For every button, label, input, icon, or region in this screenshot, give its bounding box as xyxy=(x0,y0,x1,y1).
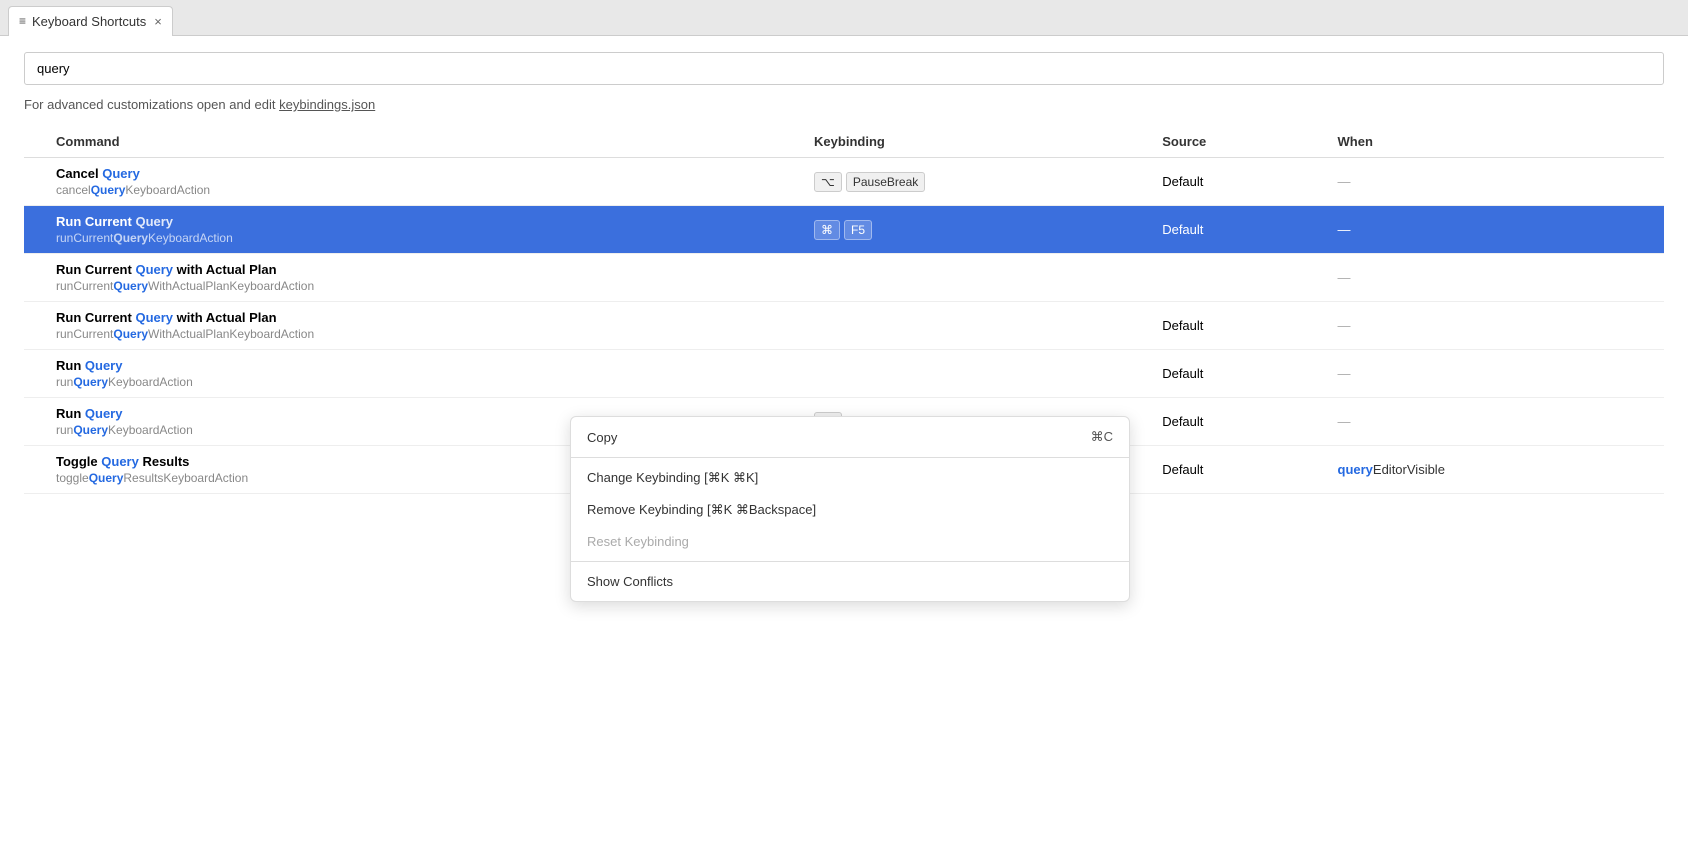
context-menu-label-copy: Copy xyxy=(587,430,617,445)
keybinding-cell xyxy=(802,254,1150,302)
table-row[interactable]: Run Query runQueryKeyboardAction Default — xyxy=(24,350,1664,398)
command-id-highlight: Query xyxy=(73,423,108,437)
command-id: runCurrentQueryWithActualPlanKeyboardAct… xyxy=(56,279,790,293)
command-highlight: Query xyxy=(135,310,173,325)
keybinding-cell xyxy=(802,302,1150,350)
key-badge: F5 xyxy=(844,220,872,240)
source-cell: Default xyxy=(1150,446,1325,494)
context-menu-label-remove-keybinding: Remove Keybinding [⌘K ⌘Backspace] xyxy=(587,502,816,518)
context-menu-item-change-keybinding[interactable]: Change Keybinding [⌘K ⌘K] xyxy=(571,462,1129,494)
command-cell: Run Current Query runCurrentQueryKeyboard… xyxy=(24,206,802,254)
context-menu-shortcut-copy: ⌘C xyxy=(1091,429,1113,445)
when-cell: — xyxy=(1326,254,1665,302)
key-badge: ⌥ xyxy=(814,172,842,192)
source-cell: Default xyxy=(1150,206,1325,254)
context-menu-item-reset-keybinding: Reset Keybinding xyxy=(571,526,1129,557)
command-id-highlight: Query xyxy=(113,279,148,293)
when-value: — xyxy=(1338,414,1351,429)
when-cell: — xyxy=(1326,350,1665,398)
column-when: When xyxy=(1326,128,1665,158)
when-value: — xyxy=(1338,270,1351,285)
key-badges-container: ⌥PauseBreak xyxy=(814,172,1138,192)
source-cell: Default xyxy=(1150,158,1325,206)
source-cell xyxy=(1150,254,1325,302)
when-value: — xyxy=(1338,222,1351,237)
command-cell: Run Current Query with Actual Plan runCur… xyxy=(24,302,802,350)
context-menu: Copy ⌘C Change Keybinding [⌘K ⌘K] Remove Ke… xyxy=(570,416,1130,602)
keybindings-json-link[interactable]: keybindings.json xyxy=(279,97,375,112)
context-menu-label-show-conflicts: Show Conflicts xyxy=(587,574,673,589)
tab-title: Keyboard Shortcuts xyxy=(32,14,146,29)
command-id-highlight: Query xyxy=(73,375,108,389)
command-name: Run Current Query with Actual Plan xyxy=(56,262,790,277)
when-highlight: query xyxy=(1338,462,1373,477)
source-cell: Default xyxy=(1150,350,1325,398)
keybinding-cell: ⌥PauseBreak xyxy=(802,158,1150,206)
when-value: — xyxy=(1338,366,1351,381)
keybinding-cell: ⌘F5 xyxy=(802,206,1150,254)
when-value: — xyxy=(1338,174,1351,189)
table-row[interactable]: Run Current Query with Actual Plan runCur… xyxy=(24,302,1664,350)
column-keybinding: Keybinding xyxy=(802,128,1150,158)
table-row[interactable]: Run Current Query with Actual Plan runCur… xyxy=(24,254,1664,302)
key-badge: PauseBreak xyxy=(846,172,925,192)
column-source: Source xyxy=(1150,128,1325,158)
command-cell: Cancel Query cancelQueryKeyboardAction xyxy=(24,158,802,206)
command-cell: Run Current Query with Actual Plan runCur… xyxy=(24,254,802,302)
tab-icon: ≡ xyxy=(19,14,26,28)
when-cell: — xyxy=(1326,302,1665,350)
command-id: runQueryKeyboardAction xyxy=(56,375,790,389)
command-name: Run Current Query with Actual Plan xyxy=(56,310,790,325)
table-header: Command Keybinding Source When xyxy=(24,128,1664,158)
command-cell: Run Query runQueryKeyboardAction xyxy=(24,350,802,398)
main-content: For advanced customizations open and edi… xyxy=(0,36,1688,858)
when-cell: — xyxy=(1326,158,1665,206)
context-menu-label-change-keybinding: Change Keybinding [⌘K ⌘K] xyxy=(587,470,758,486)
command-highlight: Query xyxy=(102,166,140,181)
column-command: Command xyxy=(24,128,802,158)
when-suffix: EditorVisible xyxy=(1373,462,1445,477)
info-text-static: For advanced customizations open and edi… xyxy=(24,97,279,112)
source-cell: Default xyxy=(1150,398,1325,446)
context-menu-divider xyxy=(571,457,1129,458)
info-text: For advanced customizations open and edi… xyxy=(24,97,1664,112)
table-row[interactable]: Cancel Query cancelQueryKeyboardAction ⌥Pa… xyxy=(24,158,1664,206)
command-id-highlight: Query xyxy=(113,327,148,341)
table-row[interactable]: Run Current Query runCurrentQueryKeyboard… xyxy=(24,206,1664,254)
command-id: runCurrentQueryKeyboardAction xyxy=(56,231,790,245)
command-id: cancelQueryKeyboardAction xyxy=(56,183,790,197)
when-cell: queryEditorVisible xyxy=(1326,446,1665,494)
keyboard-shortcuts-tab[interactable]: ≡ Keyboard Shortcuts × xyxy=(8,6,173,36)
command-highlight: Query xyxy=(85,358,123,373)
when-value: — xyxy=(1338,318,1351,333)
key-badges-container: ⌘F5 xyxy=(814,220,1138,240)
context-menu-item-remove-keybinding[interactable]: Remove Keybinding [⌘K ⌘Backspace] xyxy=(571,494,1129,526)
command-id-highlight: Query xyxy=(91,183,126,197)
command-highlight: Query xyxy=(135,214,173,229)
source-cell: Default xyxy=(1150,302,1325,350)
tab-bar: ≡ Keyboard Shortcuts × xyxy=(0,0,1688,36)
context-menu-label-reset-keybinding: Reset Keybinding xyxy=(587,534,689,549)
tab-close-button[interactable]: × xyxy=(154,14,162,29)
context-menu-item-show-conflicts[interactable]: Show Conflicts xyxy=(571,566,1129,597)
command-highlight: Query xyxy=(135,262,173,277)
command-name: Run Query xyxy=(56,358,790,373)
command-name: Run Current Query xyxy=(56,214,790,229)
command-id: runCurrentQueryWithActualPlanKeyboardAct… xyxy=(56,327,790,341)
keybinding-cell xyxy=(802,350,1150,398)
context-menu-item-copy[interactable]: Copy ⌘C xyxy=(571,421,1129,453)
command-id-highlight: Query xyxy=(89,471,124,485)
command-id-highlight: Query xyxy=(113,231,148,245)
command-highlight: Query xyxy=(85,406,123,421)
context-menu-divider xyxy=(571,561,1129,562)
when-cell: — xyxy=(1326,398,1665,446)
search-input[interactable] xyxy=(24,52,1664,85)
command-highlight: Query xyxy=(101,454,139,469)
key-badge: ⌘ xyxy=(814,220,840,240)
when-cell: — xyxy=(1326,206,1665,254)
command-name: Cancel Query xyxy=(56,166,790,181)
